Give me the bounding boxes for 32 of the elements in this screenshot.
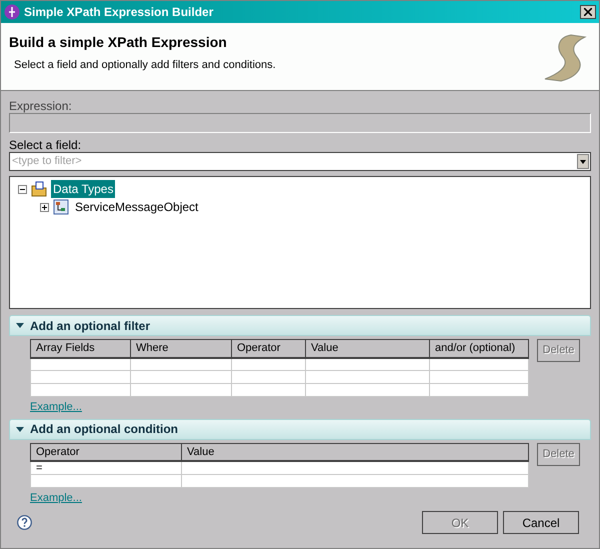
header-title: Build a simple XPath Expression — [9, 33, 228, 52]
column-header[interactable]: Operator — [232, 340, 306, 358]
section-header[interactable]: Add an optional filter — [9, 315, 591, 336]
help-icon[interactable] — [17, 515, 32, 530]
tree-item[interactable]: Data Types — [51, 180, 116, 198]
close-icon — [584, 8, 592, 16]
table-cell: = — [30, 461, 182, 474]
expression-label: Expression: — [9, 98, 73, 113]
column-header[interactable]: Where — [130, 340, 232, 358]
section-header[interactable]: Add an optional condition — [9, 418, 591, 440]
dropdown-button[interactable] — [577, 154, 589, 169]
column-header[interactable]: Operator — [30, 443, 182, 461]
header-description: Select a field and optionally add filters and conditions. — [14, 58, 277, 73]
section-title: Add an optional filter — [30, 318, 150, 334]
collapse-icon — [16, 323, 24, 328]
collapse-icon — [16, 426, 24, 432]
tree-item[interactable]: ServiceMessageObject — [73, 198, 200, 216]
column-header[interactable]: Value — [182, 443, 528, 461]
cancel-button[interactable]: Cancel — [503, 511, 579, 534]
expand-icon[interactable] — [40, 202, 49, 212]
close-button[interactable] — [580, 5, 596, 19]
window-title: Simple XPath Expression Builder — [24, 4, 214, 21]
folder-icon — [31, 181, 47, 197]
collapse-icon[interactable] — [18, 184, 27, 194]
section-title: Add an optional condition — [30, 421, 178, 438]
caret-icon — [580, 160, 586, 164]
column-header[interactable]: and/or (optional) — [430, 340, 528, 358]
field-label: Select a field: — [9, 137, 82, 152]
column-header[interactable]: Array Fields — [30, 340, 130, 358]
structure-icon — [53, 199, 69, 215]
column-header[interactable]: Value — [306, 340, 430, 358]
app-icon — [4, 4, 20, 20]
